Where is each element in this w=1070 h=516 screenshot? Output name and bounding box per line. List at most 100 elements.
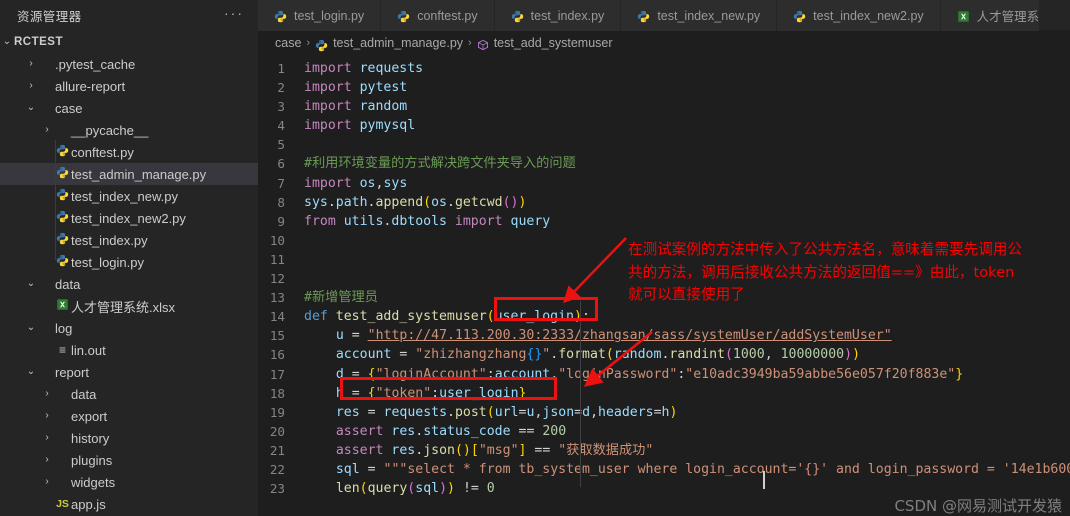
tree-item--pytest-cache[interactable]: › .pytest_cache	[0, 53, 258, 75]
chevron-down-icon: ⌄	[26, 365, 36, 377]
tree-item-label: conftest.py	[71, 144, 134, 160]
tab-test-login-py[interactable]: test_login.py	[258, 0, 382, 31]
tab-test-index-new-py[interactable]: test_index_new.py	[621, 0, 778, 31]
line-content: sql = """select * from tb_system_user wh…	[335, 461, 1070, 477]
breadcrumb-folder[interactable]: case	[275, 36, 301, 50]
tab-test-index-new2-py[interactable]: test_index_new2.py	[777, 0, 941, 31]
python-icon	[54, 210, 71, 226]
tree-item-lin-out[interactable]: ≡ lin.out	[0, 339, 258, 361]
explorer-more-icon[interactable]: ···	[224, 6, 244, 24]
explorer-header: 资源管理器 ···	[0, 0, 258, 31]
line-number: 5	[277, 137, 285, 153]
tab-conftest-py[interactable]: conftest.py	[381, 0, 495, 31]
python-icon	[54, 144, 71, 160]
line-number: 15	[269, 328, 285, 344]
tree-item-test-index-py[interactable]: test_index.py	[0, 229, 258, 251]
code-line-5: 5	[258, 135, 1070, 154]
tree-item-widgets[interactable]: › widgets	[0, 471, 258, 493]
chevron-right-icon: ›	[306, 37, 311, 49]
tree-item-test-index-new-py[interactable]: test_index_new.py	[0, 185, 258, 207]
tree-root-label: RCTEST	[14, 36, 63, 48]
line-number: 20	[269, 423, 285, 439]
tree-item--xlsx[interactable]: 人才管理系统.xlsx	[0, 295, 258, 317]
line-content: len(query(sql)) != 0	[335, 481, 495, 497]
breadcrumb-symbol[interactable]: test_add_systemuser	[494, 36, 613, 50]
line-number: 1	[277, 61, 285, 76]
chevron-down-icon: ⌄	[26, 277, 36, 289]
line-number: 13	[269, 290, 285, 306]
tree-item-label: data	[55, 276, 81, 292]
code-line-1: 1 import requests	[258, 59, 1070, 78]
code-line-15: 15 u = "http://47.113.200.30:2333/zhangs…	[258, 326, 1070, 345]
annotation-text-line-3: 就可以直接使用了	[628, 286, 745, 303]
tree-item-report[interactable]: ⌄ report	[0, 361, 258, 383]
tree-item-conftest-py[interactable]: conftest.py	[0, 141, 258, 163]
code-line-21: 21 assert res.json()["msg"] == "获取数据成功"	[258, 441, 1070, 460]
chevron-down-icon: ⌄	[2, 35, 12, 47]
tree-item-label: test_admin_manage.py	[71, 166, 207, 182]
tree-item-label: test_index_new.py	[71, 188, 178, 204]
watermark: CSDN @网易测试开发猿	[894, 497, 1062, 515]
chevron-right-icon: ›	[29, 79, 33, 91]
line-content: res = requests.post(url=u,json=d,headers…	[335, 404, 678, 420]
chevron-down-icon: ⌄	[26, 101, 36, 113]
code-line-17: 17 d = {"loginAccount":account,"loginPas…	[258, 365, 1070, 384]
tree-item-label: test_login.py	[71, 254, 144, 270]
chevron-right-icon-2: ›	[468, 37, 472, 49]
code-line-18: 18 h = {"token":user_login}	[258, 384, 1070, 403]
line-content: import pytest	[304, 80, 408, 96]
tree-item-log[interactable]: ⌄ log	[0, 317, 258, 339]
tree-item--pycache-[interactable]: › __pycache__	[0, 119, 258, 141]
line-content: #利用环境变量的方式解决跨文件夹导入的问题	[304, 156, 576, 172]
code-line-22: 22 sql = """select * from tb_system_user…	[258, 460, 1070, 479]
tree-root-rctest[interactable]: ⌄ RCTEST	[0, 31, 258, 53]
annotation-text: 在测试案例的方法中传入了公共方法名，意味着需要先调用公 共的方法，调用后接收公共…	[628, 239, 1070, 307]
python-icon	[54, 166, 71, 182]
tree-item-label: test_index.py	[71, 232, 148, 248]
code-line-8: 8 sys.path.append(os.getcwd())	[258, 193, 1070, 212]
python-icon	[54, 254, 71, 270]
line-content: u = "http://47.113.200.30:2333/zhangsan/…	[335, 328, 892, 344]
line-number: 14	[269, 309, 285, 325]
tree-item-test-index-new2-py[interactable]: test_index_new2.py	[0, 207, 258, 229]
tree-item-test-login-py[interactable]: test_login.py	[0, 251, 258, 273]
tree-item-export[interactable]: › export	[0, 405, 258, 427]
line-content: import os,sys	[304, 175, 408, 191]
line-content: sys.path.append(os.getcwd())	[304, 194, 527, 210]
excel-icon	[54, 298, 71, 314]
tree-item-label: 人才管理系统.xlsx	[71, 299, 176, 315]
line-number: 10	[269, 232, 285, 248]
python-icon	[54, 232, 71, 248]
line-content: assert res.status_code == 200	[335, 423, 567, 439]
breadcrumb: case › test_admin_manage.py › test_add_s…	[258, 31, 1070, 55]
tree-item-case[interactable]: ⌄ case	[0, 97, 258, 119]
tree-indent-guide	[55, 140, 56, 260]
tree-item-history[interactable]: › history	[0, 427, 258, 449]
tab-test-index-py[interactable]: test_index.py	[494, 0, 622, 31]
tab--[interactable]: 人才管理系	[940, 0, 1041, 31]
tab-label: conftest.py	[417, 8, 478, 23]
line-content: account = "zhizhangzhang{}".format(rando…	[335, 347, 861, 363]
line-number: 21	[269, 442, 285, 458]
tree-item-label: data	[71, 386, 97, 402]
tree-item-label: log	[55, 320, 73, 336]
text-cursor	[763, 471, 765, 489]
code-line-20: 20 assert res.status_code == 200	[258, 422, 1070, 441]
python-icon	[397, 10, 410, 23]
line-number: 16	[269, 347, 285, 363]
output-icon: ≡	[58, 343, 66, 357]
breadcrumb-file[interactable]: test_admin_manage.py	[333, 36, 463, 50]
tree-item-label: widgets	[71, 474, 116, 490]
tree-item-label: export	[71, 408, 108, 424]
tree-item-plugins[interactable]: › plugins	[0, 449, 258, 471]
line-content: assert res.json()["msg"] == "获取数据成功"	[335, 442, 654, 458]
tree-item-data[interactable]: › data	[0, 383, 258, 405]
tree-item-app-js[interactable]: JS app.js	[0, 493, 258, 515]
tree-item-data[interactable]: ⌄ data	[0, 273, 258, 295]
line-number: 23	[269, 481, 285, 497]
line-content: d = {"loginAccount":account,"loginPasswo…	[335, 366, 964, 382]
code-line-14: 14 def test_add_systemuser(user_login):	[258, 307, 1070, 326]
chevron-right-icon: ›	[45, 123, 49, 135]
tree-item-test-admin-manage-py[interactable]: test_admin_manage.py	[0, 163, 258, 185]
tree-item-allure-report[interactable]: › allure-report	[0, 75, 258, 97]
